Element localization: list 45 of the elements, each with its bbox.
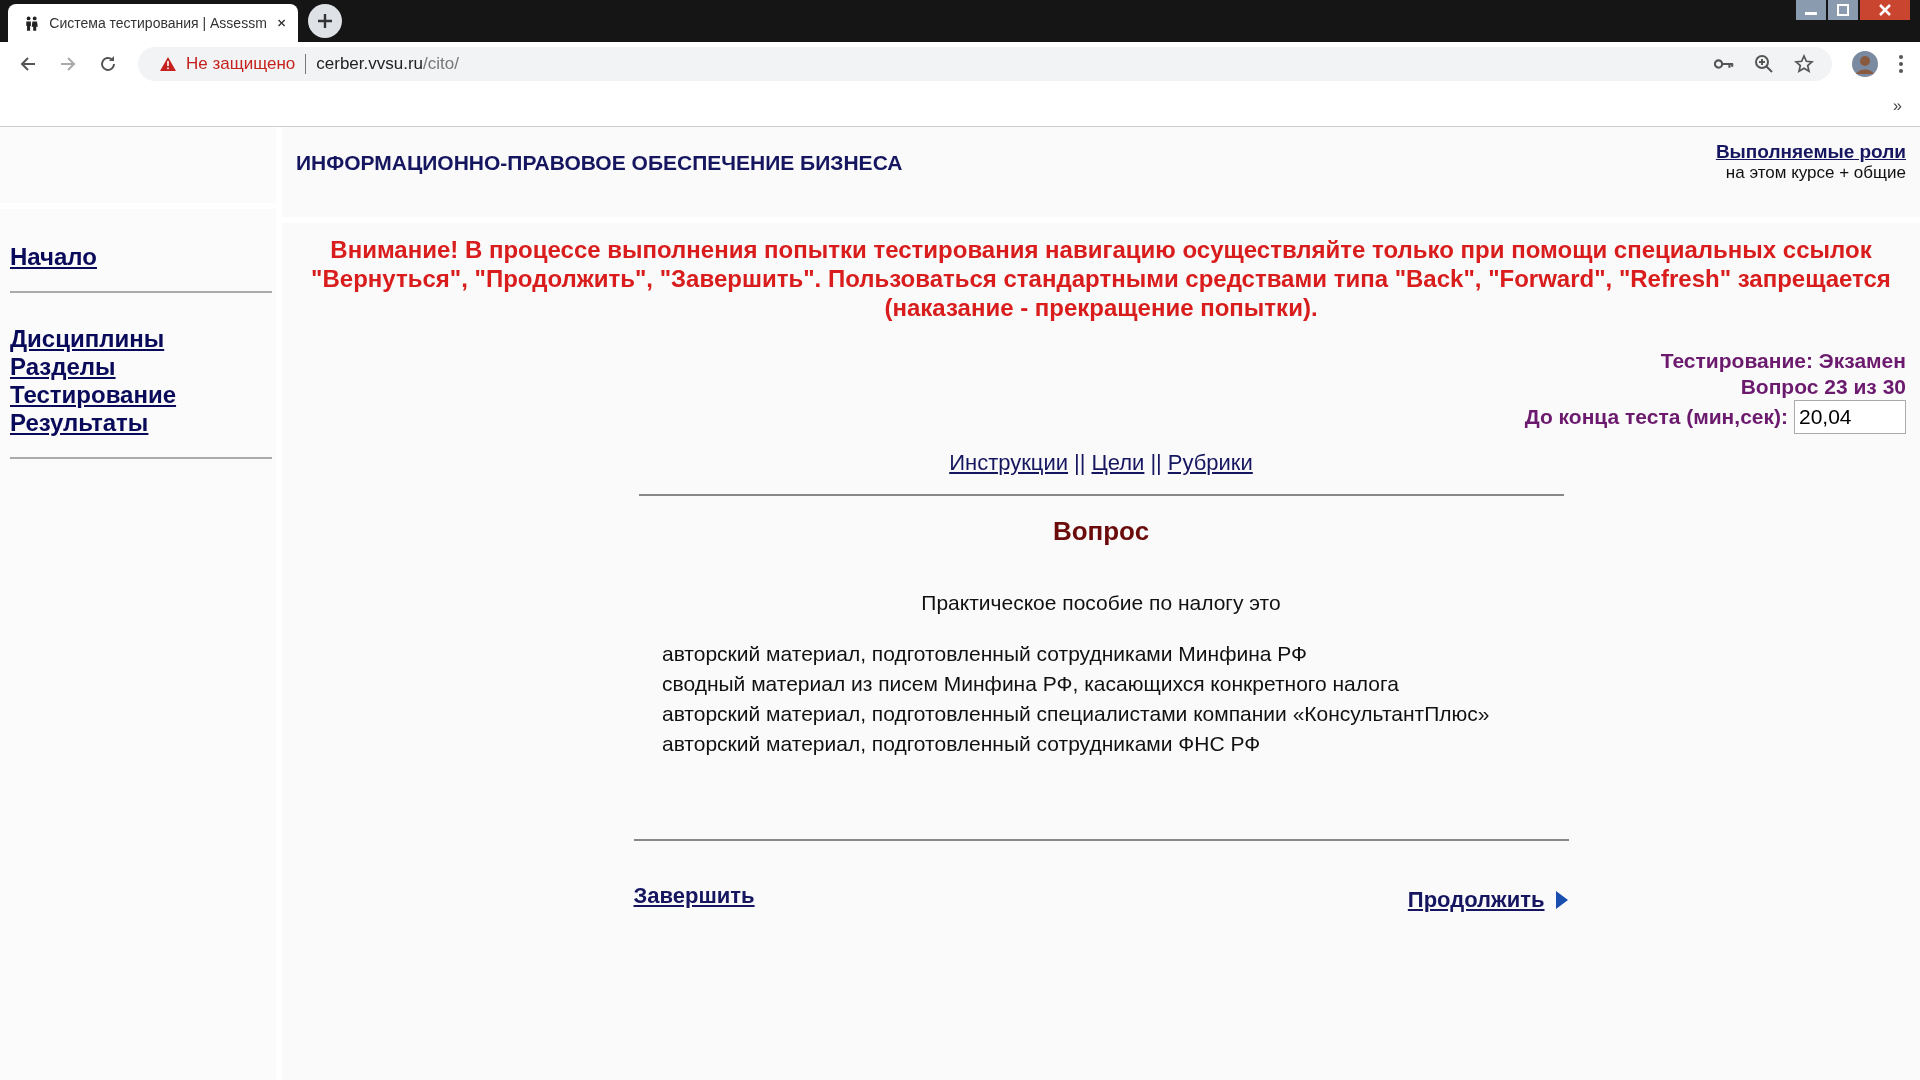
new-tab-icon[interactable] [308,4,342,38]
url-text: cerber.vvsu.ru/cito/ [316,54,459,74]
test-name: Тестирование: Экзамен [1660,348,1906,374]
close-icon[interactable] [1860,0,1910,20]
home-link[interactable]: Начало [10,243,97,271]
star-icon[interactable] [1794,54,1814,74]
link-separator: || [1150,450,1162,476]
link-separator: || [1074,450,1086,476]
zoom-icon[interactable] [1754,54,1774,74]
reload-icon[interactable] [98,54,118,74]
warning-icon [160,57,176,71]
roles-link[interactable]: Выполняемые роли [1715,141,1906,162]
menu-icon[interactable] [1898,54,1904,74]
roles-note: на этом курсе + общие [1724,163,1906,183]
answer-option[interactable]: авторский материал, подготовленный сотрудниками Минфина РФ [662,639,1307,669]
next-link[interactable]: Продолжить [1407,887,1545,913]
security-label: Не защищено [186,54,296,74]
answer-option[interactable]: сводный материал из писем Минфина РФ, касающихся конкретного налога [662,669,1399,699]
play-icon [1554,890,1569,910]
maximize-icon[interactable] [1828,0,1858,20]
address-bar[interactable]: Не защищено cerber.vvsu.ru/cito/ [138,47,1832,81]
avatar-icon[interactable] [1852,51,1878,77]
close-icon[interactable] [276,17,286,29]
info-link[interactable]: Рубрики [1167,450,1253,476]
question-heading: Вопрос [1052,516,1150,547]
bookmarks-more[interactable]: » [1893,97,1902,115]
sidebar-link[interactable]: Разделы [10,353,116,381]
sidebar-link[interactable]: Тестирование [10,381,177,409]
info-link[interactable]: Цели [1091,450,1145,476]
timer-label: До конца теста (мин,сек): [1524,404,1788,430]
question-text: Практическое пособие по налогу это [921,591,1281,615]
info-link[interactable]: Инструкции [949,450,1069,476]
course-title: ИНФОРМАЦИОННО-ПРАВОВОЕ ОБЕСПЕЧЕНИЕ БИЗНЕСА [296,151,903,175]
answer-option[interactable]: авторский материал, подготовленный специалистами компании «КонсультантПлюс» [662,699,1490,729]
answer-option[interactable]: авторский материал, подготовленный сотрудниками ФНС РФ [662,729,1261,759]
question-counter: Вопрос 23 из 30 [1740,374,1906,400]
warning-message: Внимание! В процессе выполнения попытки тестирования навигацию осуществляйте только при помощи специальных ссылок "Вернуться", "Продолжить", "Завершить". Пользоваться стандартными средствами типа "Back", "Forward", "Refresh" запрещается (наказание - прекращение попытки). [310,235,1892,322]
sidebar-link[interactable]: Результаты [10,409,149,437]
minimize-icon[interactable] [1796,0,1826,20]
browser-tab[interactable]: Система тестирования | Assessm [8,4,298,42]
tab-title: Система тестирования | Assessm [49,15,267,31]
finish-link[interactable]: Завершить [633,883,755,913]
sidebar-link[interactable]: Дисциплины [10,325,165,353]
timer-field[interactable]: 20,04 [1794,400,1906,434]
key-icon[interactable] [1714,58,1734,70]
